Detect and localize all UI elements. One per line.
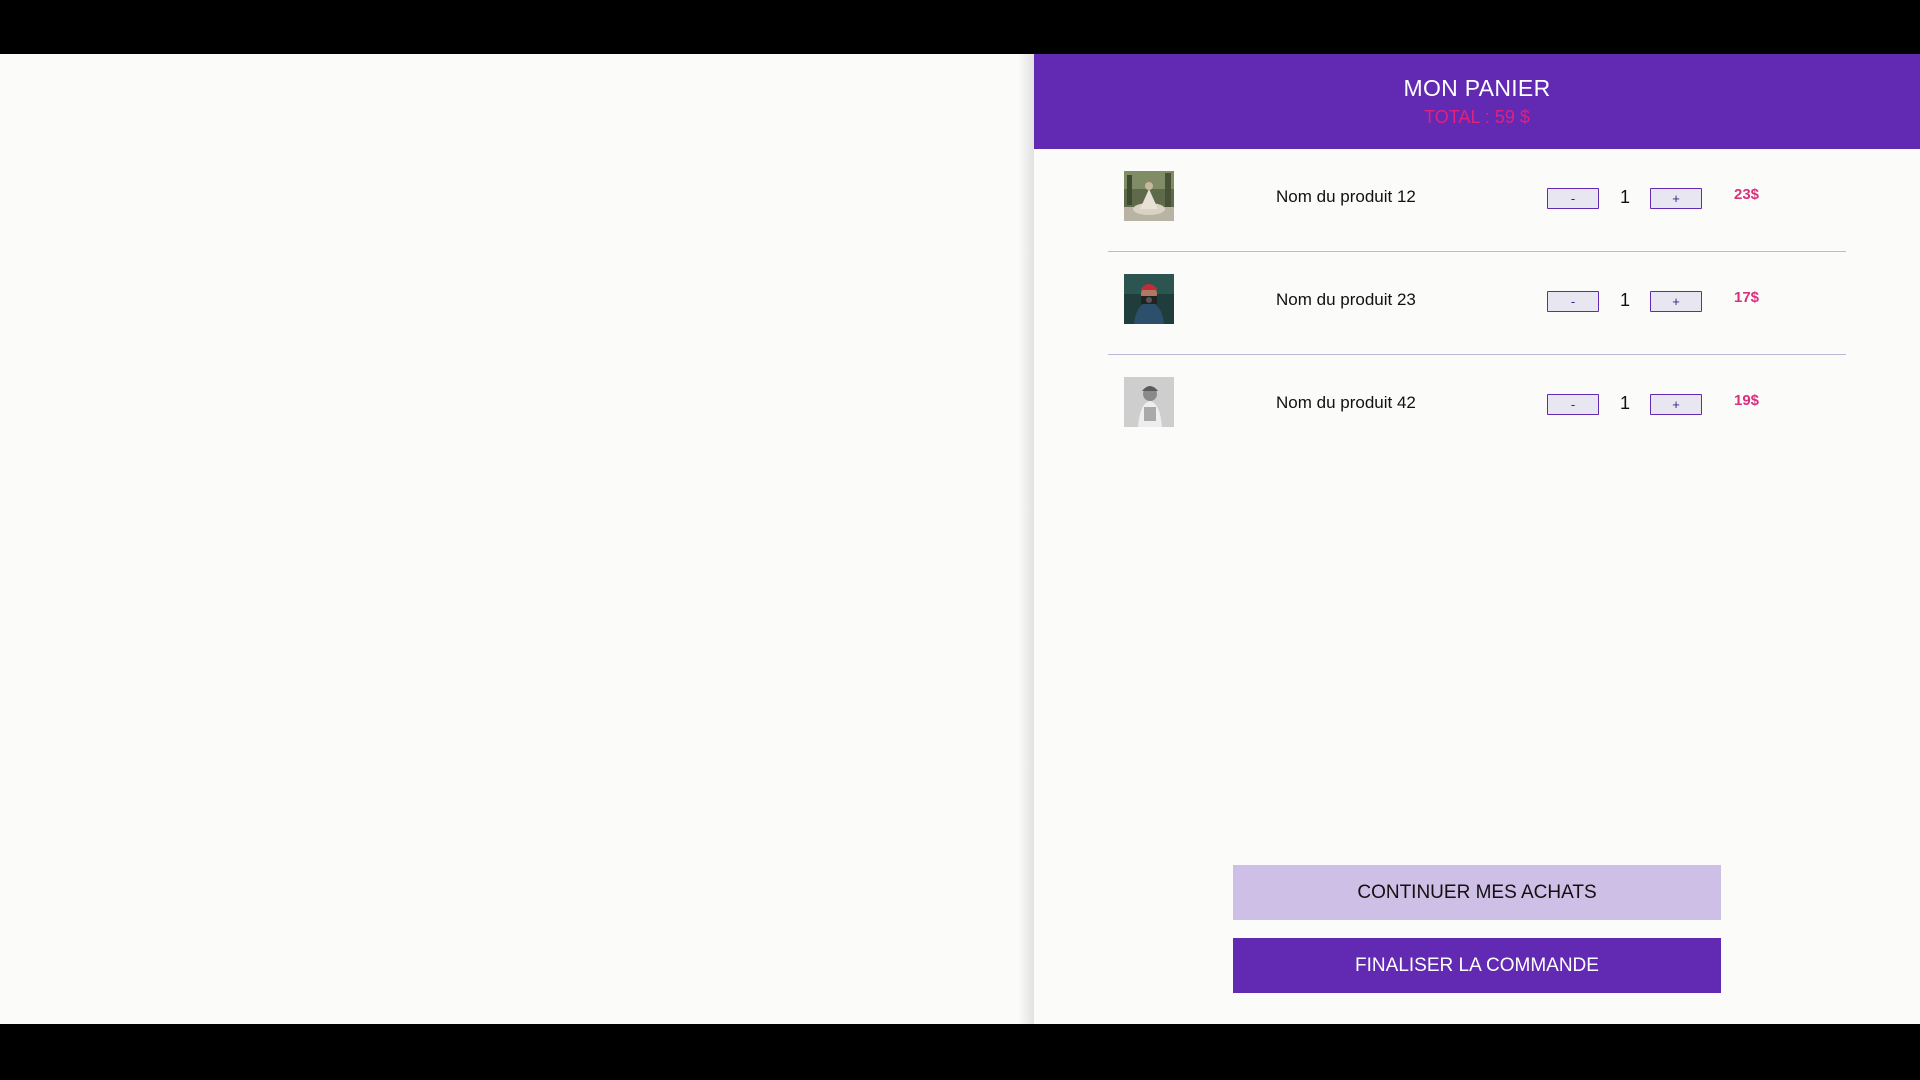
cart-item: Nom du produit 12 - 1 + 23$ [1108, 149, 1846, 252]
decrease-quantity-button[interactable]: - [1547, 291, 1599, 312]
product-thumbnail[interactable] [1124, 274, 1174, 324]
quantity-value: 1 [1619, 290, 1630, 310]
screen-bottom-letterbox [0, 1024, 1920, 1080]
continue-shopping-button[interactable]: CONTINUER MES ACHATS [1233, 865, 1721, 920]
decrease-quantity-button[interactable]: - [1547, 394, 1599, 415]
product-thumbnail[interactable] [1124, 171, 1174, 221]
product-name: Nom du produit 23 [1276, 290, 1416, 309]
product-image-forest-meditation [1124, 171, 1174, 221]
cart-header: MON PANIER TOTAL : 59 $ [1034, 54, 1920, 149]
increase-quantity-button[interactable]: + [1650, 188, 1702, 209]
increase-quantity-button[interactable]: + [1650, 394, 1702, 415]
product-name: Nom du produit 42 [1276, 393, 1416, 412]
screen-top-letterbox [0, 0, 1920, 54]
increase-quantity-button[interactable]: + [1650, 291, 1702, 312]
product-image-photographer [1124, 274, 1174, 324]
cart-title: MON PANIER [1403, 75, 1551, 101]
page-background[interactable] [0, 54, 1024, 1024]
drawer-shadow [1018, 54, 1034, 1024]
checkout-button[interactable]: FINALISER LA COMMANDE [1233, 938, 1721, 993]
product-price: 23$ [1734, 186, 1760, 203]
cart-item: Nom du produit 42 - 1 + 19$ [1108, 355, 1846, 457]
cart-total: TOTAL : 59 $ [1424, 107, 1530, 127]
cart-item: Nom du produit 23 - 1 + 17$ [1108, 252, 1846, 355]
quantity-value: 1 [1619, 187, 1630, 207]
product-price: 19$ [1734, 392, 1760, 409]
quantity-value: 1 [1619, 393, 1630, 413]
product-image-grayscale-portrait [1124, 377, 1174, 427]
cart-item-list: Nom du produit 12 - 1 + 23$ Nom du produ… [1108, 149, 1846, 457]
cart-drawer: MON PANIER TOTAL : 59 $ Nom du produit 1… [1034, 54, 1920, 1024]
browser-viewport: MON PANIER TOTAL : 59 $ Nom du produit 1… [0, 54, 1920, 1024]
decrease-quantity-button[interactable]: - [1547, 188, 1599, 209]
product-thumbnail[interactable] [1124, 377, 1174, 427]
product-name: Nom du produit 12 [1276, 187, 1416, 206]
product-price: 17$ [1734, 289, 1760, 306]
